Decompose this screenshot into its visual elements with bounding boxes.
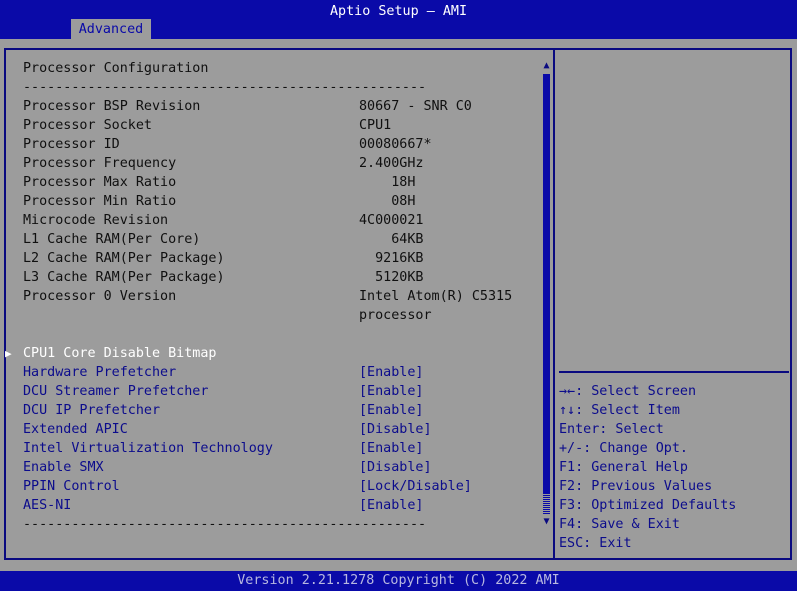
setting-extended-apic[interactable]: Extended APIC [23,420,128,439]
info-value: processor [359,308,432,323]
setting-value[interactable]: [Enable] [359,382,424,401]
help-key-f1: F1: General Help [559,460,688,475]
setting-enable-smx[interactable]: Enable SMX [23,458,104,477]
scroll-up-icon[interactable]: ▲ [541,60,552,72]
info-label: Processor Socket [23,118,152,133]
setting-value[interactable]: [Enable] [359,401,424,420]
setting-value[interactable]: [Disable] [359,420,432,439]
info-value: 80667 - SNR C0 [359,99,472,114]
help-key-select-screen: →←: Select Screen [559,384,697,399]
info-value: 2.400GHz [359,156,424,171]
info-label: Processor ID [23,137,120,152]
info-value: 9216KB [359,251,424,266]
setting-value[interactable]: [Disable] [359,458,432,477]
help-key-enter: Enter: Select [559,422,664,437]
scrollbar-thumb[interactable] [543,74,550,494]
info-label: Processor BSP Revision [23,99,201,114]
info-label: Processor Max Ratio [23,175,177,190]
title-bar: Aptio Setup – AMI Advanced [0,0,797,39]
info-value: 64KB [359,232,424,247]
setting-value[interactable]: [Lock/Disable] [359,477,472,496]
info-value: 18H [359,175,416,190]
setting-value[interactable]: [Enable] [359,439,424,458]
scrollbar-track[interactable] [543,494,550,514]
help-key-change-opt: +/-: Change Opt. [559,441,688,456]
info-value: Intel Atom(R) C5315 [359,289,513,304]
info-label: Processor Min Ratio [23,194,177,209]
setting-value[interactable]: [Enable] [359,496,424,515]
info-value: CPU1 [359,118,392,133]
info-label: Processor Frequency [23,156,177,171]
help-key-f2: F2: Previous Values [559,479,713,494]
scroll-down-icon[interactable]: ▼ [541,516,552,528]
scrollbar[interactable]: ▲ ▼ [541,60,552,530]
info-label: Processor 0 Version [23,289,177,304]
info-label: Microcode Revision [23,213,169,228]
help-key-f4: F4: Save & Exit [559,517,680,532]
setting-intel-virtualization[interactable]: Intel Virtualization Technology [23,439,273,458]
help-key-f3: F3: Optimized Defaults [559,498,737,513]
help-key-esc: ESC: Exit [559,536,632,551]
info-value: 5120KB [359,270,424,285]
footer-version: Version 2.21.1278 Copyright (C) 2022 AMI [0,571,797,591]
info-label: L1 Cache RAM(Per Core) [23,232,201,247]
help-separator [559,371,789,373]
setting-value[interactable]: [Enable] [359,363,424,382]
panel-divider [553,48,555,560]
tab-advanced[interactable]: Advanced [71,19,151,39]
submenu-cpu1-core-disable-bitmap[interactable]: CPU1 Core Disable Bitmap [23,344,216,363]
setting-ppin-control[interactable]: PPIN Control [23,477,120,496]
section-title: Processor Configuration [23,61,209,76]
info-label: L2 Cache RAM(Per Package) [23,251,225,266]
info-label: L3 Cache RAM(Per Package) [23,270,225,285]
setting-dcu-ip-prefetcher[interactable]: DCU IP Prefetcher [23,401,160,420]
setting-hardware-prefetcher[interactable]: Hardware Prefetcher [23,363,176,382]
setting-dcu-streamer-prefetcher[interactable]: DCU Streamer Prefetcher [23,382,208,401]
help-key-select-item: ↑↓: Select Item [559,403,680,418]
app-title: Aptio Setup – AMI [329,4,468,19]
info-value: 08H [359,194,416,209]
separator: ----------------------------------------… [23,80,427,95]
info-value: 00080667* [359,137,432,152]
bottom-separator: ----------------------------------------… [23,517,427,532]
submenu-arrow-icon: ▶ [5,347,12,360]
info-value: 4C000021 [359,213,424,228]
setting-aes-ni[interactable]: AES-NI [23,496,71,515]
